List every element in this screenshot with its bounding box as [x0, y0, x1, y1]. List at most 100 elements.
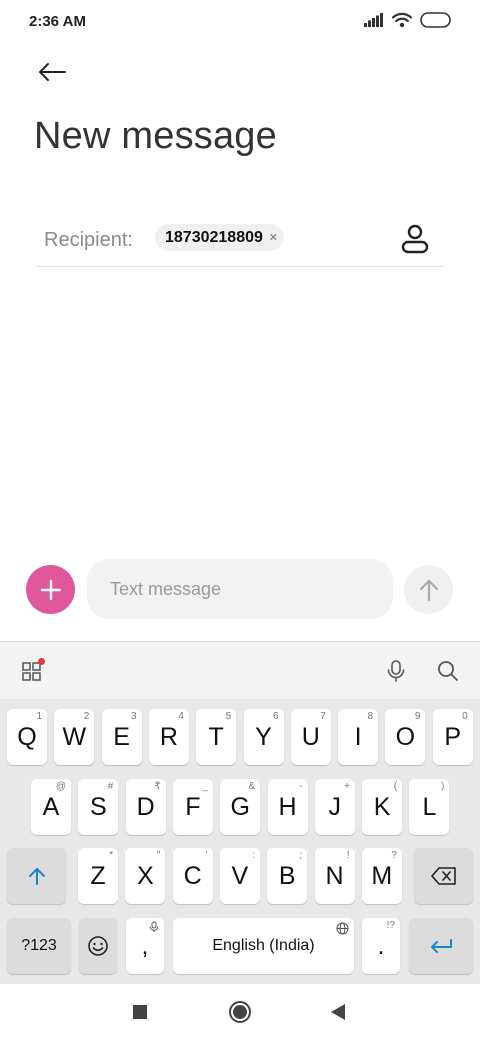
key-r[interactable]: R4: [148, 709, 189, 765]
recipient-chip-text: 18730218809: [165, 228, 263, 246]
recents-button[interactable]: [122, 996, 158, 1028]
key-label: N: [325, 861, 344, 890]
key-hint: :: [252, 850, 255, 861]
status-bar: 2:36 AM: [0, 0, 480, 44]
key-label: Z: [90, 861, 106, 890]
key-g[interactable]: G &: [220, 779, 261, 835]
comma-key[interactable]: ,: [126, 918, 164, 974]
key-h[interactable]: H-: [267, 779, 308, 835]
key-w[interactable]: W2: [54, 709, 95, 765]
key-s[interactable]: S #: [78, 779, 119, 835]
voice-input-button[interactable]: [381, 656, 411, 686]
back-nav-button[interactable]: [320, 996, 356, 1028]
key-hint: #: [107, 781, 114, 792]
space-key-label: English (India): [212, 937, 315, 954]
key-label: F: [185, 792, 201, 821]
pick-contact-button[interactable]: [398, 222, 432, 256]
key-label: G: [230, 792, 250, 821]
message-input[interactable]: [87, 559, 393, 619]
remove-recipient-icon[interactable]: ×: [269, 230, 278, 245]
key-y[interactable]: Y6: [243, 709, 284, 765]
key-b[interactable]: B;: [267, 848, 308, 904]
key-label: J: [328, 792, 342, 821]
signal-icon: [364, 13, 383, 27]
key-p[interactable]: P0: [432, 709, 473, 765]
comma-key-label: ,: [141, 931, 149, 960]
period-key[interactable]: . !?: [362, 918, 400, 974]
keyboard-search-button[interactable]: [433, 656, 463, 686]
key-k[interactable]: K(: [362, 779, 403, 835]
back-button[interactable]: [28, 52, 76, 92]
key-label: V: [231, 861, 249, 890]
key-label: K: [373, 792, 391, 821]
send-button[interactable]: [404, 565, 453, 614]
home-button[interactable]: [222, 996, 258, 1028]
key-e[interactable]: E3: [101, 709, 142, 765]
plus-icon: [40, 579, 61, 600]
keyboard-toolbar: [0, 642, 480, 699]
page-title: New message: [34, 115, 277, 157]
key-v[interactable]: V:: [219, 848, 260, 904]
key-a[interactable]: A @: [31, 779, 71, 835]
emoji-key[interactable]: [79, 918, 117, 974]
contact-icon: [401, 224, 429, 254]
key-label: U: [301, 722, 320, 751]
key-l[interactable]: L): [409, 779, 450, 835]
key-label: C: [183, 861, 202, 890]
key-j[interactable]: J +: [314, 779, 355, 835]
keyboard-menu-button[interactable]: [17, 656, 47, 686]
key-m[interactable]: M?: [361, 848, 402, 904]
period-key-hint: !?: [386, 920, 395, 931]
key-d[interactable]: D ₹: [125, 779, 166, 835]
backspace-icon: [430, 867, 456, 885]
key-n[interactable]: N!: [314, 848, 355, 904]
key-t[interactable]: T5: [196, 709, 237, 765]
numbers-key[interactable]: ?123: [7, 918, 71, 974]
key-label: X: [136, 861, 154, 890]
key-hint: 3: [131, 711, 137, 722]
recipient-row[interactable]: Recipient: 18730218809 ×: [36, 214, 444, 267]
microphone-icon: [387, 660, 405, 682]
emoji-icon: [88, 936, 108, 956]
space-key[interactable]: English (India): [173, 918, 354, 974]
key-hint: 2: [83, 711, 90, 722]
key-hint: -: [299, 781, 303, 792]
key-label: E: [113, 722, 130, 751]
recipient-label: Recipient:: [44, 229, 133, 251]
key-u[interactable]: U7: [290, 709, 331, 765]
key-label: Q: [17, 722, 37, 751]
status-time: 2:36 AM: [29, 13, 86, 30]
key-f[interactable]: F _: [172, 779, 213, 835]
recipient-chip[interactable]: 18730218809 ×: [155, 224, 284, 251]
shift-key[interactable]: [7, 848, 66, 904]
arrow-left-icon: [39, 63, 66, 81]
numbers-key-label: ?123: [21, 937, 57, 954]
enter-key[interactable]: [409, 918, 473, 974]
key-label: Y: [255, 722, 272, 751]
circle-icon: [229, 1001, 251, 1023]
key-o[interactable]: O9: [385, 709, 426, 765]
add-attachment-button[interactable]: [26, 565, 75, 614]
enter-icon: [431, 939, 452, 953]
key-label: T: [208, 722, 224, 751]
key-q[interactable]: Q1: [7, 709, 47, 765]
triangle-back-icon: [331, 1004, 345, 1020]
key-c[interactable]: C ': [172, 848, 213, 904]
key-i[interactable]: I8: [338, 709, 379, 765]
key-label: S: [89, 792, 107, 821]
status-icons: [364, 12, 452, 28]
key-z[interactable]: Z *: [78, 848, 118, 904]
key-hint: &: [248, 781, 256, 792]
key-hint: 9: [414, 711, 421, 722]
backspace-key[interactable]: [414, 848, 473, 904]
key-hint: ': [205, 850, 208, 861]
key-hint: 5: [225, 711, 232, 722]
key-label: H: [278, 792, 297, 821]
key-label: W: [62, 722, 87, 751]
key-hint: ₹: [154, 781, 161, 792]
key-x[interactable]: X ": [125, 848, 166, 904]
key-hint: 8: [367, 711, 374, 722]
key-label: P: [444, 722, 462, 751]
key-label: D: [136, 792, 155, 821]
key-label: A: [42, 792, 60, 821]
